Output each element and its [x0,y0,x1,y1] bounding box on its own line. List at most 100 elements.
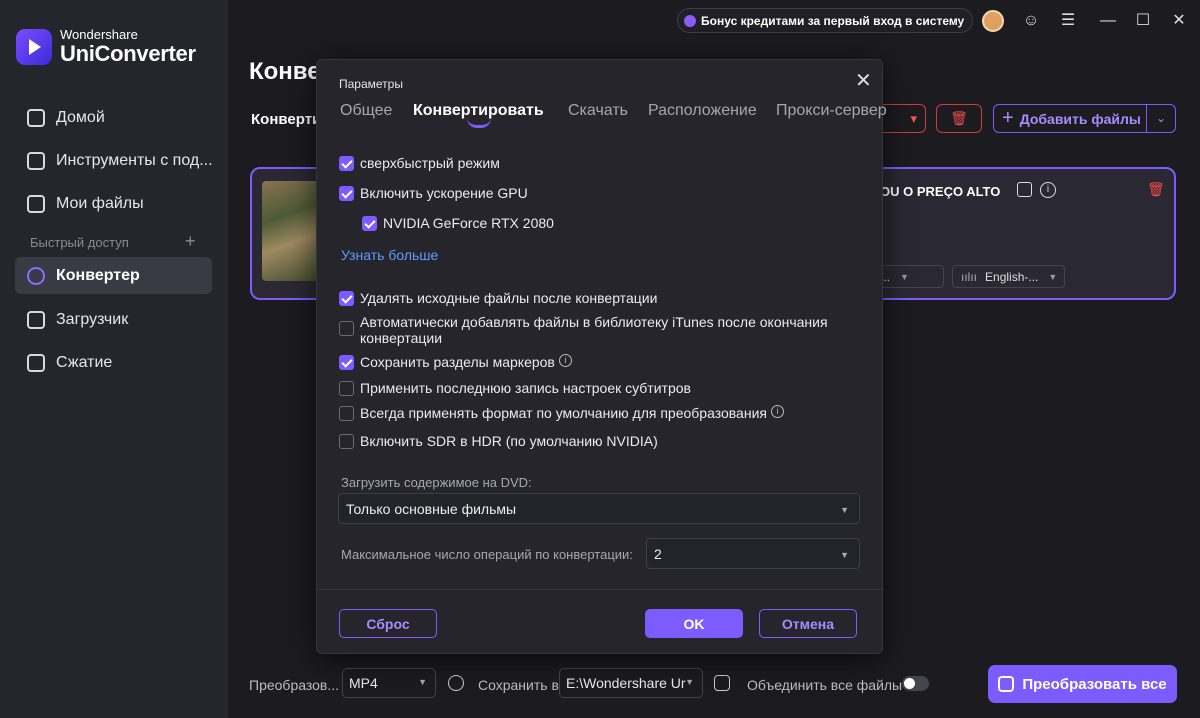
bonus-icon [684,14,696,27]
sidebar-item-downloader[interactable]: Загрузчик [15,301,212,338]
tab-general[interactable]: Общее [340,102,392,120]
option-itunes[interactable]: Автоматически добавлять файлы в библиоте… [339,314,839,346]
downloader-icon [27,310,45,329]
bottom-bar: Преобразов... MP4 ▼ Сохранить в E:\Wonder… [228,655,1200,718]
active-tab-indicator [467,118,491,128]
plus-icon: + [1002,107,1014,129]
file-title: OU O PREÇO ALTO [880,184,1001,199]
superfast-checkbox[interactable] [339,156,354,171]
sdr-hdr-checkbox[interactable] [339,434,354,449]
save-path-value: E:\Wondershare Ur [566,675,686,691]
delete-file-icon[interactable]: 🗑 [1147,181,1165,198]
max-ops-value: 2 [654,545,662,562]
sidebar-item-label: Сжатие [56,353,113,371]
settings-icon[interactable] [448,675,464,691]
dvd-select[interactable]: Только основные фильмы ▼ [338,493,860,524]
folder-icon[interactable] [714,675,730,691]
sidebar-item-home[interactable]: Домой [15,99,212,136]
gpu-checkbox[interactable] [339,186,354,201]
nvidia-checkbox[interactable] [362,216,377,231]
itunes-checkbox[interactable] [339,321,354,336]
markers-checkbox[interactable] [339,355,354,370]
option-default-format[interactable]: Всегда применять формат по умолчанию для… [339,405,784,421]
reset-button[interactable]: Сброс [339,609,437,638]
close-icon[interactable]: ✕ [855,68,872,93]
option-label: Включить SDR в HDR (по умолчанию NVIDIA) [360,433,658,449]
bonus-text: Бонус кредитами за первый вход в систему [701,13,965,28]
option-label: сверхбыстрый режим [360,155,500,171]
option-subtitles[interactable]: Применить последнюю запись настроек субт… [339,380,691,396]
save-to-label: Сохранить в [478,677,559,693]
sidebar-item-converter[interactable]: Конвертер [15,257,212,294]
audio-select-value: English-... [985,269,1039,284]
max-ops-select[interactable]: 2 ▼ [646,538,860,569]
sidebar-item-label: Инструменты с под... [56,151,212,169]
subtitles-checkbox[interactable] [339,381,354,396]
convert-all-button[interactable]: Преобразовать все [988,665,1177,703]
info-icon[interactable]: i [1040,182,1056,198]
cancel-button[interactable]: Отмена [759,609,857,638]
edit-name-icon[interactable] [1017,182,1032,197]
support-icon[interactable]: ☺ [1020,10,1042,32]
toolbox-icon [27,151,45,170]
sidebar-item-label: Загрузчик [56,310,129,328]
option-nvidia[interactable]: NVIDIA GeForce RTX 2080 [362,215,554,231]
merge-files-toggle[interactable] [902,676,929,691]
learn-more-link[interactable]: Узнать больше [341,247,438,263]
option-label: Применить последнюю запись настроек субт… [360,380,691,396]
option-label: NVIDIA GeForce RTX 2080 [383,215,554,231]
option-label: Включить ускорение GPU [360,185,528,201]
convert-all-icon [998,676,1015,692]
dvd-select-value: Только основные фильмы [346,500,517,517]
audio-wave-icon: ıılıı [961,269,978,284]
option-label: Всегда применять формат по умолчанию для… [360,405,767,421]
sidebar-item-compress[interactable]: Сжатие [15,344,212,381]
option-markers[interactable]: Сохранить разделы маркеров i [339,354,572,370]
video-thumbnail[interactable] [262,181,322,281]
close-window-icon[interactable]: ✕ [1168,10,1190,32]
compress-icon [27,353,45,372]
ok-button[interactable]: OK [645,609,743,638]
audio-track-select[interactable]: ıılıı English-... ▼ [952,265,1065,288]
option-sdr-hdr[interactable]: Включить SDR в HDR (по умолчанию NVIDIA) [339,433,658,449]
info-icon[interactable]: i [558,354,572,367]
tab-download[interactable]: Скачать [568,102,628,120]
option-label: Удалять исходные файлы после конвертации [360,290,658,306]
menu-icon[interactable]: ☰ [1057,10,1079,32]
avatar[interactable] [982,10,1004,32]
delete-all-button[interactable]: 🗑 [936,104,982,133]
option-delete-source[interactable]: Удалять исходные файлы после конвертации [339,290,657,306]
bonus-banner[interactable]: Бонус кредитами за первый вход в систему [677,8,974,33]
add-files-dropdown[interactable]: ⌄ [1146,104,1176,133]
info-icon[interactable]: i [770,405,784,418]
option-gpu[interactable]: Включить ускорение GPU [339,185,528,201]
sidebar-item-label: Домой [56,108,105,126]
sidebar: Wondershare UniConverter Домой Инструмен… [0,0,228,718]
tab-proxy[interactable]: Прокси-сервер [776,102,887,120]
save-path-select[interactable]: E:\Wondershare Ur ▼ [559,668,703,698]
footer-divider [317,589,884,590]
delete-source-checkbox[interactable] [339,291,354,306]
app-logo: Wondershare UniConverter [16,28,196,66]
add-files-button[interactable]: + Добавить файлы [993,104,1147,133]
settings-dialog: Параметры ✕ Общее Конвертировать Скачать… [316,59,887,654]
default-format-checkbox[interactable] [339,406,354,421]
add-quick-access-icon[interactable]: + [185,231,196,252]
home-icon [27,108,45,127]
minimize-icon[interactable]: — [1097,10,1119,32]
quick-access-label: Быстрый доступ [30,235,129,250]
brand-small: Wondershare [60,27,138,42]
sidebar-item-tools[interactable]: Инструменты с под... [15,142,212,179]
sidebar-item-label: Конвертер [56,266,140,284]
uniconverter-logo-icon [16,29,52,65]
option-superfast[interactable]: сверхбыстрый режим [339,155,500,171]
sidebar-item-label: Мои файлы [56,194,144,212]
convert-to-label: Преобразов... [249,677,340,693]
files-icon [27,194,45,213]
maximize-icon[interactable]: ☐ [1132,10,1154,32]
brand-big: UniConverter [60,41,196,66]
output-format-select[interactable]: MP4 ▼ [342,668,436,698]
tab-location[interactable]: Расположение [648,102,757,120]
sidebar-item-my-files[interactable]: Мои файлы [15,185,212,222]
max-ops-label: Максимальное число операций по конвертац… [341,547,633,562]
